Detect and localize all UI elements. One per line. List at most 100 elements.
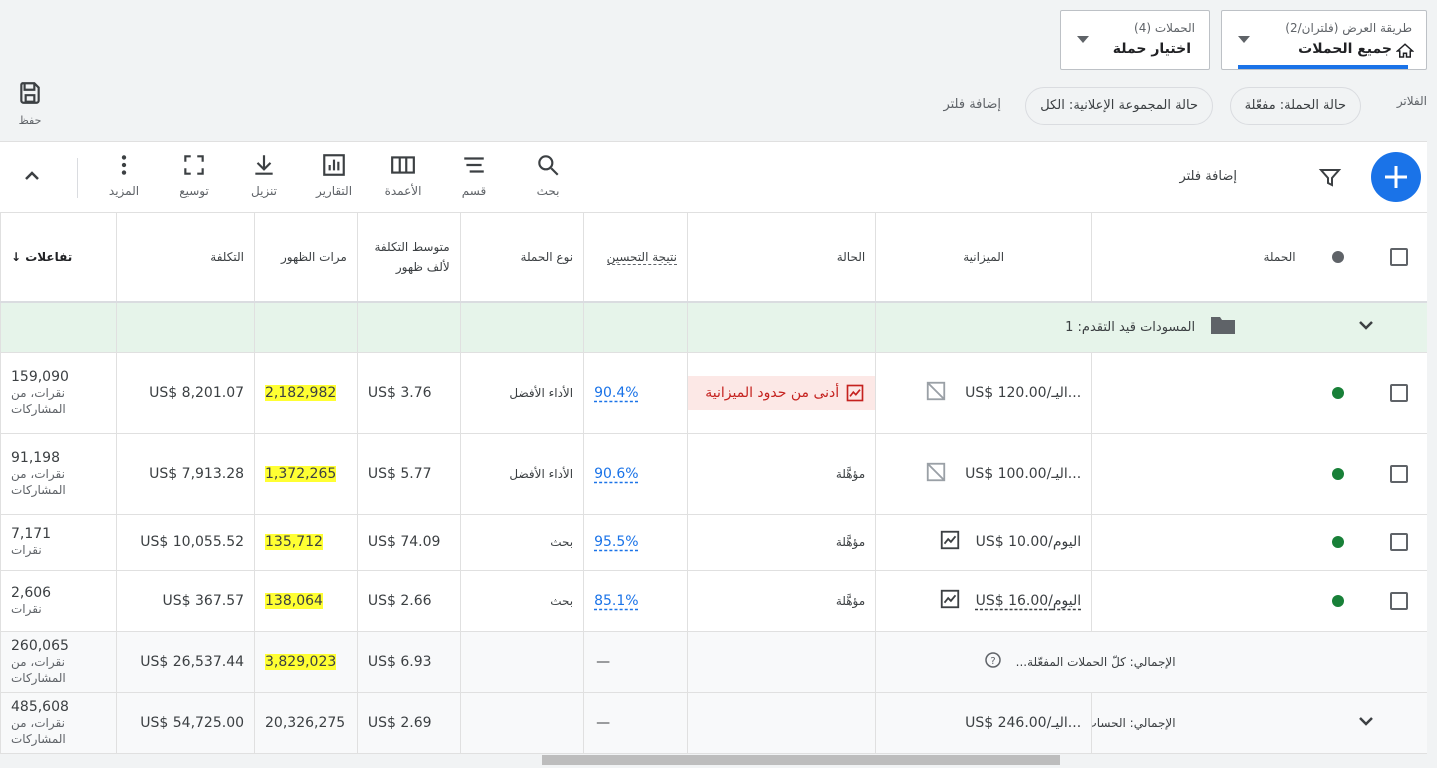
segment-button[interactable]: قسم <box>444 152 504 198</box>
cost-cell: US$ 26,537.44 <box>116 631 255 693</box>
filters-label: الفلاتر <box>1396 94 1427 108</box>
drafts-label: المسودات قيد التقدم: 1 <box>1065 320 1196 336</box>
add-filter-link[interactable]: إضافة فلتر <box>943 97 1001 112</box>
status-cell[interactable]: مؤهَّلة <box>686 514 876 571</box>
table-row[interactable]: 159,090 نقرات، من المشاركات US$ 8,201.07 … <box>0 352 1427 434</box>
download-button[interactable]: تنزيل <box>234 152 294 198</box>
select-all-checkbox[interactable] <box>1390 248 1409 266</box>
impressions-cell: 138,064 <box>254 570 358 632</box>
save-button[interactable]: حفظ <box>14 80 46 127</box>
total-account-row: 485,608 نقرات، من المشاركات US$ 54,725.00… <box>0 692 1427 754</box>
reports-button[interactable]: التقارير <box>304 152 364 198</box>
expand-label: توسيع <box>179 184 209 198</box>
budget-cell[interactable]: US$ 16.00/اليوم <box>875 570 1092 632</box>
save-icon <box>20 82 40 104</box>
row-checkbox[interactable] <box>1390 464 1409 483</box>
plus-icon <box>1385 166 1407 188</box>
chart-icon <box>846 384 864 401</box>
total-enabled-row: 260,065 نقرات، من المشاركات US$ 26,537.44… <box>0 631 1427 693</box>
col-avg-cpm[interactable]: متوسط التكلفة لألف ظهور <box>356 213 461 303</box>
type-cell: بحث <box>459 570 584 632</box>
campaign-name-cell[interactable] <box>1091 352 1306 434</box>
chevron-down-icon[interactable] <box>1354 313 1378 337</box>
help-icon[interactable]: ? <box>985 651 1001 672</box>
cpm-cell: US$ 74.09 <box>356 514 461 571</box>
interactions-cell: 260,065 نقرات، من المشاركات <box>0 631 117 693</box>
filter-chip-campaign-status[interactable]: حالة الحملة: مفعّلة <box>1229 87 1361 125</box>
opt-score-cell[interactable]: 95.5% <box>583 514 688 571</box>
opt-score-cell[interactable]: 90.6% <box>583 433 688 515</box>
cpm-cell: US$ 2.69 <box>356 692 461 754</box>
status-dot-icon <box>1332 251 1345 263</box>
expand-button[interactable]: توسيع <box>164 152 224 198</box>
status-cell[interactable]: مؤهَّلة <box>686 433 876 515</box>
col-campaign[interactable]: الحملة <box>1091 213 1306 303</box>
campaign-selector[interactable]: الحملات (4) اختيار حملة <box>1060 10 1210 70</box>
reports-icon <box>323 154 345 176</box>
col-interactions[interactable]: تفاعلات ↓ <box>0 213 117 303</box>
col-opt-score[interactable]: نتيجة التحسين <box>583 213 688 303</box>
home-icon <box>1395 42 1415 64</box>
row-checkbox[interactable] <box>1390 591 1409 610</box>
segment-label: قسم <box>461 184 487 198</box>
create-button[interactable] <box>1371 152 1421 202</box>
toolbar-divider <box>77 158 78 198</box>
col-impressions[interactable]: مرات الظهور <box>254 213 358 303</box>
select-all[interactable] <box>1371 213 1427 303</box>
table-row[interactable]: 91,198 نقرات، من المشاركات US$ 7,913.28 1… <box>0 433 1427 515</box>
campaigns-table: تفاعلات ↓ التكلفة مرات الظهور متوسط التك… <box>0 213 1427 754</box>
campaigns-label: الحملات (4) <box>1134 21 1195 35</box>
chevron-down-icon[interactable] <box>1354 709 1378 733</box>
budget-cell[interactable]: US$ 100.00/اليـ... <box>875 433 1092 515</box>
enabled-dot-icon <box>1332 536 1345 548</box>
opt-score-cell[interactable]: 90.4% <box>583 352 688 434</box>
chevron-up-icon[interactable] <box>20 164 44 192</box>
impressions-cell: 3,829,023 <box>254 631 358 693</box>
opt-score-cell[interactable]: 85.1% <box>583 570 688 632</box>
cpm-cell: US$ 6.93 <box>356 631 461 693</box>
budget-cell[interactable]: US$ 10.00/اليوم <box>875 514 1092 571</box>
campaign-name-cell[interactable] <box>1091 570 1306 632</box>
filter-icon[interactable] <box>1318 166 1342 194</box>
table-row[interactable]: 7,171 نقرات US$ 10,055.52 135,712 US$ 74.… <box>0 514 1427 571</box>
view-selector[interactable]: طريقة العرض (فلتران/2) جميع الحملات <box>1221 10 1427 70</box>
total-account-label-cell: الإجمالي: الحساب ? <box>1091 692 1306 754</box>
col-status[interactable]: الحالة <box>686 213 876 303</box>
cpm-cell: US$ 5.77 <box>356 433 461 515</box>
budget-cell[interactable]: US$ 120.00/اليـ... <box>875 352 1092 434</box>
table-toolbar: إضافة فلتر بحث قسم الأعمدة التقارير تنزي… <box>0 141 1427 213</box>
col-budget[interactable]: الميزانية <box>875 213 1092 303</box>
col-campaign-type[interactable]: نوع الحملة <box>459 213 584 303</box>
chart-icon <box>939 529 961 555</box>
type-cell: الأداء الأفضل <box>459 352 584 434</box>
filter-chip-adgroup-status[interactable]: حالة المجموعة الإعلانية: الكل <box>1025 87 1213 125</box>
col-cost[interactable]: التكلفة <box>116 213 255 303</box>
search-label: بحث <box>536 184 560 198</box>
campaign-name-cell[interactable] <box>1091 433 1306 515</box>
save-label: حفظ <box>18 114 42 127</box>
view-selector-underline <box>1238 65 1408 69</box>
chevron-down-icon <box>1077 36 1089 43</box>
impressions-cell: 1,372,265 <box>254 433 358 515</box>
download-label: تنزيل <box>250 184 277 198</box>
status-cell[interactable]: مؤهَّلة <box>686 570 876 632</box>
table-row[interactable]: 2,606 نقرات US$ 367.57 138,064 US$ 2.66 ب… <box>0 570 1427 632</box>
folder-icon <box>1210 315 1236 339</box>
columns-icon <box>391 156 415 174</box>
more-label: المزيد <box>108 184 140 198</box>
status-cell[interactable]: أدنى من حدود الميزانية <box>686 352 876 434</box>
limited-badge[interactable]: أدنى من حدود الميزانية <box>688 375 876 410</box>
search-button[interactable]: بحث <box>518 152 578 198</box>
campaign-name-cell[interactable] <box>1091 514 1306 571</box>
cost-cell: US$ 367.57 <box>116 570 255 632</box>
row-checkbox[interactable] <box>1390 383 1409 402</box>
more-button[interactable]: المزيد <box>94 152 154 198</box>
view-value: جميع الحملات <box>1298 41 1392 57</box>
drafts-row: المسودات قيد التقدم: 1 <box>0 302 1427 353</box>
horizontal-scrollbar[interactable] <box>542 755 1060 765</box>
toolbar-add-filter[interactable]: إضافة فلتر <box>1179 169 1237 184</box>
columns-button[interactable]: الأعمدة <box>373 152 433 198</box>
interactions-cell: 159,090 نقرات، من المشاركات <box>0 352 117 434</box>
cost-cell: US$ 8,201.07 <box>116 352 255 434</box>
row-checkbox[interactable] <box>1390 533 1409 551</box>
